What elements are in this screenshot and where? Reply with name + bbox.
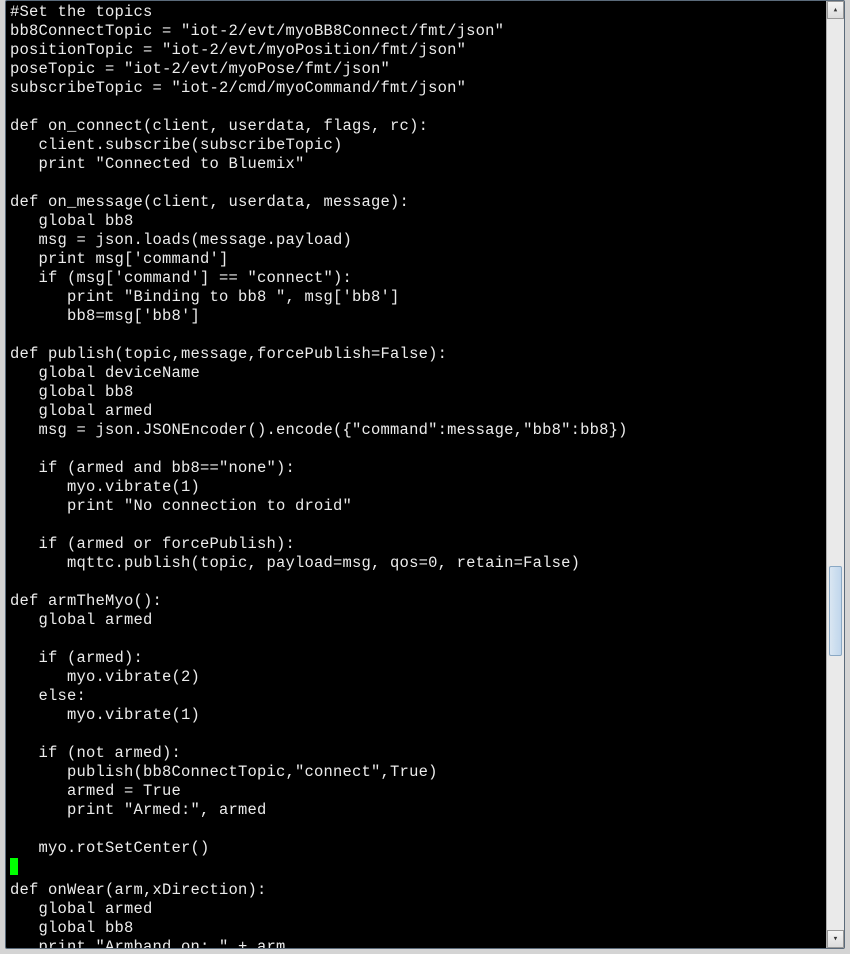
- chevron-down-icon: ▾: [833, 934, 838, 944]
- code-line: if (armed):: [10, 649, 143, 667]
- code-line: def on_connect(client, userdata, flags, …: [10, 117, 428, 135]
- code-line: msg = json.loads(message.payload): [10, 231, 352, 249]
- code-line: global bb8: [10, 383, 134, 401]
- code-line: print "Binding to bb8 ", msg['bb8']: [10, 288, 400, 306]
- code-line: def publish(topic,message,forcePublish=F…: [10, 345, 447, 363]
- code-line: if (msg['command'] == "connect"):: [10, 269, 352, 287]
- code-editor[interactable]: #Set the topics bb8ConnectTopic = "iot-2…: [6, 1, 826, 948]
- code-line: #Set the topics: [10, 3, 153, 21]
- code-line: msg = json.JSONEncoder().encode({"comman…: [10, 421, 628, 439]
- code-line: myo.vibrate(1): [10, 478, 200, 496]
- code-line: global bb8: [10, 212, 134, 230]
- code-line: print "Armed:", armed: [10, 801, 267, 819]
- code-line: myo.rotSetCenter(): [10, 839, 210, 857]
- code-line: bb8ConnectTopic = "iot-2/evt/myoBB8Conne…: [10, 22, 504, 40]
- scroll-up-button[interactable]: ▴: [827, 1, 844, 19]
- code-line: def onWear(arm,xDirection):: [10, 881, 267, 899]
- code-line: publish(bb8ConnectTopic,"connect",True): [10, 763, 438, 781]
- code-line: mqttc.publish(topic, payload=msg, qos=0,…: [10, 554, 580, 572]
- code-line: print "No connection to droid": [10, 497, 352, 515]
- code-line: print msg['command']: [10, 250, 229, 268]
- text-cursor: [10, 858, 18, 875]
- code-line: def armTheMyo():: [10, 592, 162, 610]
- code-line: else:: [10, 687, 86, 705]
- code-line: global armed: [10, 900, 153, 918]
- code-line: subscribeTopic = "iot-2/cmd/myoCommand/f…: [10, 79, 466, 97]
- code-line: client.subscribe(subscribeTopic): [10, 136, 343, 154]
- code-line: positionTopic = "iot-2/evt/myoPosition/f…: [10, 41, 466, 59]
- code-line: bb8=msg['bb8']: [10, 307, 200, 325]
- code-line: if (not armed):: [10, 744, 181, 762]
- code-line: if (armed and bb8=="none"):: [10, 459, 295, 477]
- editor-window: #Set the topics bb8ConnectTopic = "iot-2…: [5, 0, 845, 949]
- scroll-thumb[interactable]: [829, 566, 842, 656]
- chevron-up-icon: ▴: [833, 5, 838, 15]
- code-line: global deviceName: [10, 364, 200, 382]
- scroll-down-button[interactable]: ▾: [827, 930, 844, 948]
- code-line: global armed: [10, 611, 153, 629]
- scroll-track[interactable]: [827, 19, 844, 930]
- code-line: myo.vibrate(1): [10, 706, 200, 724]
- code-line: global bb8: [10, 919, 134, 937]
- code-line: myo.vibrate(2): [10, 668, 200, 686]
- vertical-scrollbar[interactable]: ▴ ▾: [826, 1, 844, 948]
- code-line: armed = True: [10, 782, 181, 800]
- code-line: poseTopic = "iot-2/evt/myoPose/fmt/json": [10, 60, 390, 78]
- code-line: print "Connected to Bluemix": [10, 155, 305, 173]
- code-line: def on_message(client, userdata, message…: [10, 193, 409, 211]
- code-line: global armed: [10, 402, 153, 420]
- code-line: print "Armband on: " + arm: [10, 938, 286, 948]
- code-line: if (armed or forcePublish):: [10, 535, 295, 553]
